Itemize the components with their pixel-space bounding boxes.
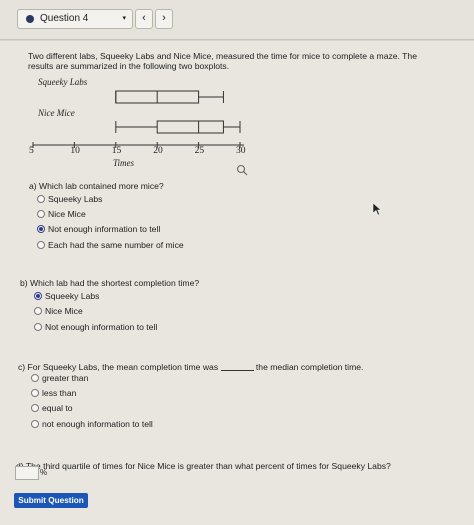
radio-icon[interactable]	[37, 241, 45, 249]
x-tick-label: 5	[29, 146, 34, 156]
radio-icon[interactable]	[37, 195, 45, 203]
part-c-option[interactable]: less than	[31, 388, 76, 398]
part-a-option[interactable]: Not enough information to tell	[37, 224, 160, 234]
x-tick-label: 25	[194, 146, 205, 156]
radio-icon[interactable]	[31, 404, 39, 412]
radio-icon[interactable]	[31, 389, 39, 397]
radio-icon[interactable]	[34, 323, 42, 331]
part-c-option[interactable]: greater than	[31, 373, 88, 383]
x-tick-label: 15	[111, 146, 122, 156]
percent-answer-input[interactable]	[15, 466, 39, 480]
question-content: Two different labs, Squeeky Labs and Nic…	[0, 41, 474, 525]
zoom-icon[interactable]	[236, 163, 248, 176]
question-select[interactable]: Question 4 ▾	[17, 9, 133, 29]
part-a-option[interactable]: Each had the same number of mice	[37, 240, 184, 250]
part-a-option[interactable]: Nice Mice	[37, 209, 86, 219]
x-tick-label: 30	[236, 146, 246, 156]
part-a-question: a) Which lab contained more mice?	[29, 181, 164, 191]
part-a-option[interactable]: Squeeky Labs	[37, 194, 102, 204]
radio-icon[interactable]	[31, 420, 39, 428]
percent-unit: %	[40, 468, 48, 477]
part-b-option[interactable]: Squeeky Labs	[34, 291, 99, 301]
part-b-question: b) Which lab had the shortest completion…	[20, 278, 200, 288]
cursor-icon	[372, 202, 382, 216]
answer-blank	[220, 363, 254, 371]
part-b-option[interactable]: Nice Mice	[34, 306, 83, 316]
chevron-down-icon: ▾	[122, 15, 126, 22]
boxplot-svg	[32, 90, 244, 148]
previous-question-button[interactable]: ‹	[135, 9, 153, 29]
part-c-option[interactable]: equal to	[31, 403, 73, 413]
x-tick-label: 20	[153, 146, 163, 156]
box-iqr	[156, 120, 224, 134]
question-nav-bar: Question 4 ▾ ‹ ›	[0, 0, 474, 40]
next-question-button[interactable]: ›	[155, 9, 173, 29]
part-c-option[interactable]: not enough information to tell	[31, 419, 153, 429]
radio-icon[interactable]	[34, 307, 42, 315]
x-axis-label: Times	[113, 158, 135, 168]
radio-selected-icon[interactable]	[34, 292, 42, 300]
x-tick-label: 10	[70, 146, 80, 156]
part-b-option[interactable]: Not enough information to tell	[34, 322, 157, 332]
part-c-question: c) For Squeeky Labs, the mean completion…	[18, 362, 364, 372]
part-d-question: d) The third quartile of times for Nice …	[16, 461, 391, 471]
radio-icon[interactable]	[31, 374, 39, 382]
status-dot-icon	[26, 15, 34, 23]
question-select-label: Question 4	[40, 13, 89, 24]
radio-icon[interactable]	[37, 210, 45, 218]
radio-selected-icon[interactable]	[37, 225, 45, 233]
submit-question-button[interactable]: Submit Question	[14, 493, 88, 508]
